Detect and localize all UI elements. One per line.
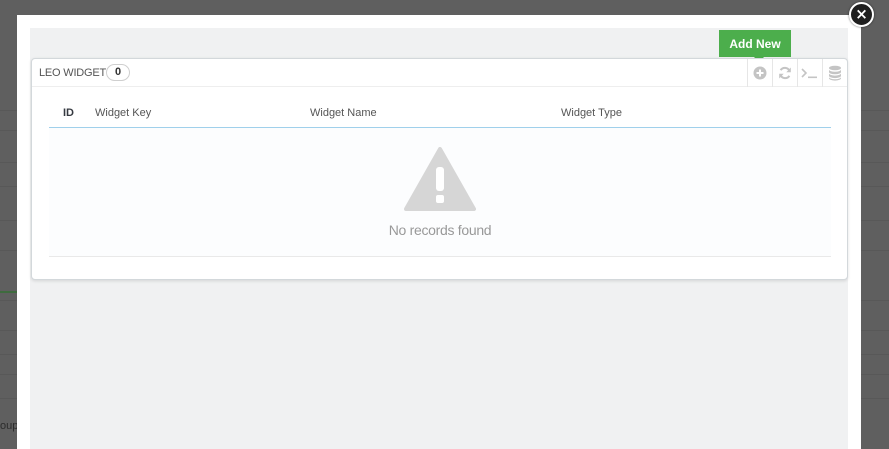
panel-heading: LEO WIDGETS 0 bbox=[32, 59, 847, 87]
add-new-button[interactable]: Add New bbox=[719, 30, 791, 62]
panel-toolbar bbox=[747, 59, 847, 87]
table-header: ID Widget Key Widget Name Widget Type bbox=[49, 99, 831, 128]
add-widget-tool-button[interactable] bbox=[747, 59, 772, 87]
empty-message: No records found bbox=[388, 222, 492, 238]
panel-title: LEO WIDGETS bbox=[39, 67, 114, 79]
export-tool-button[interactable] bbox=[822, 59, 847, 87]
column-header-widget-type[interactable]: Widget Type bbox=[561, 107, 622, 119]
column-header-widget-name[interactable]: Widget Name bbox=[310, 107, 377, 119]
column-header-id[interactable]: ID bbox=[63, 107, 74, 119]
close-modal-button[interactable]: × bbox=[849, 2, 874, 27]
bg-accent-line bbox=[0, 291, 17, 293]
refresh-tool-button[interactable] bbox=[772, 59, 797, 87]
column-header-widget-key[interactable]: Widget Key bbox=[95, 107, 151, 119]
refresh-icon bbox=[779, 66, 791, 80]
widgets-panel: LEO WIDGETS 0 ID Widget Key Widget Name … bbox=[31, 58, 848, 280]
sql-query-tool-button[interactable] bbox=[797, 59, 822, 87]
add-circle-icon bbox=[753, 66, 767, 80]
warning-icon bbox=[404, 147, 476, 211]
bg-partial-text: oup bbox=[0, 420, 19, 432]
widgets-table: ID Widget Key Widget Name Widget Type No… bbox=[49, 99, 831, 257]
count-badge: 0 bbox=[106, 64, 130, 81]
terminal-icon bbox=[801, 68, 817, 79]
empty-state: No records found bbox=[49, 128, 831, 257]
database-icon bbox=[829, 65, 841, 81]
